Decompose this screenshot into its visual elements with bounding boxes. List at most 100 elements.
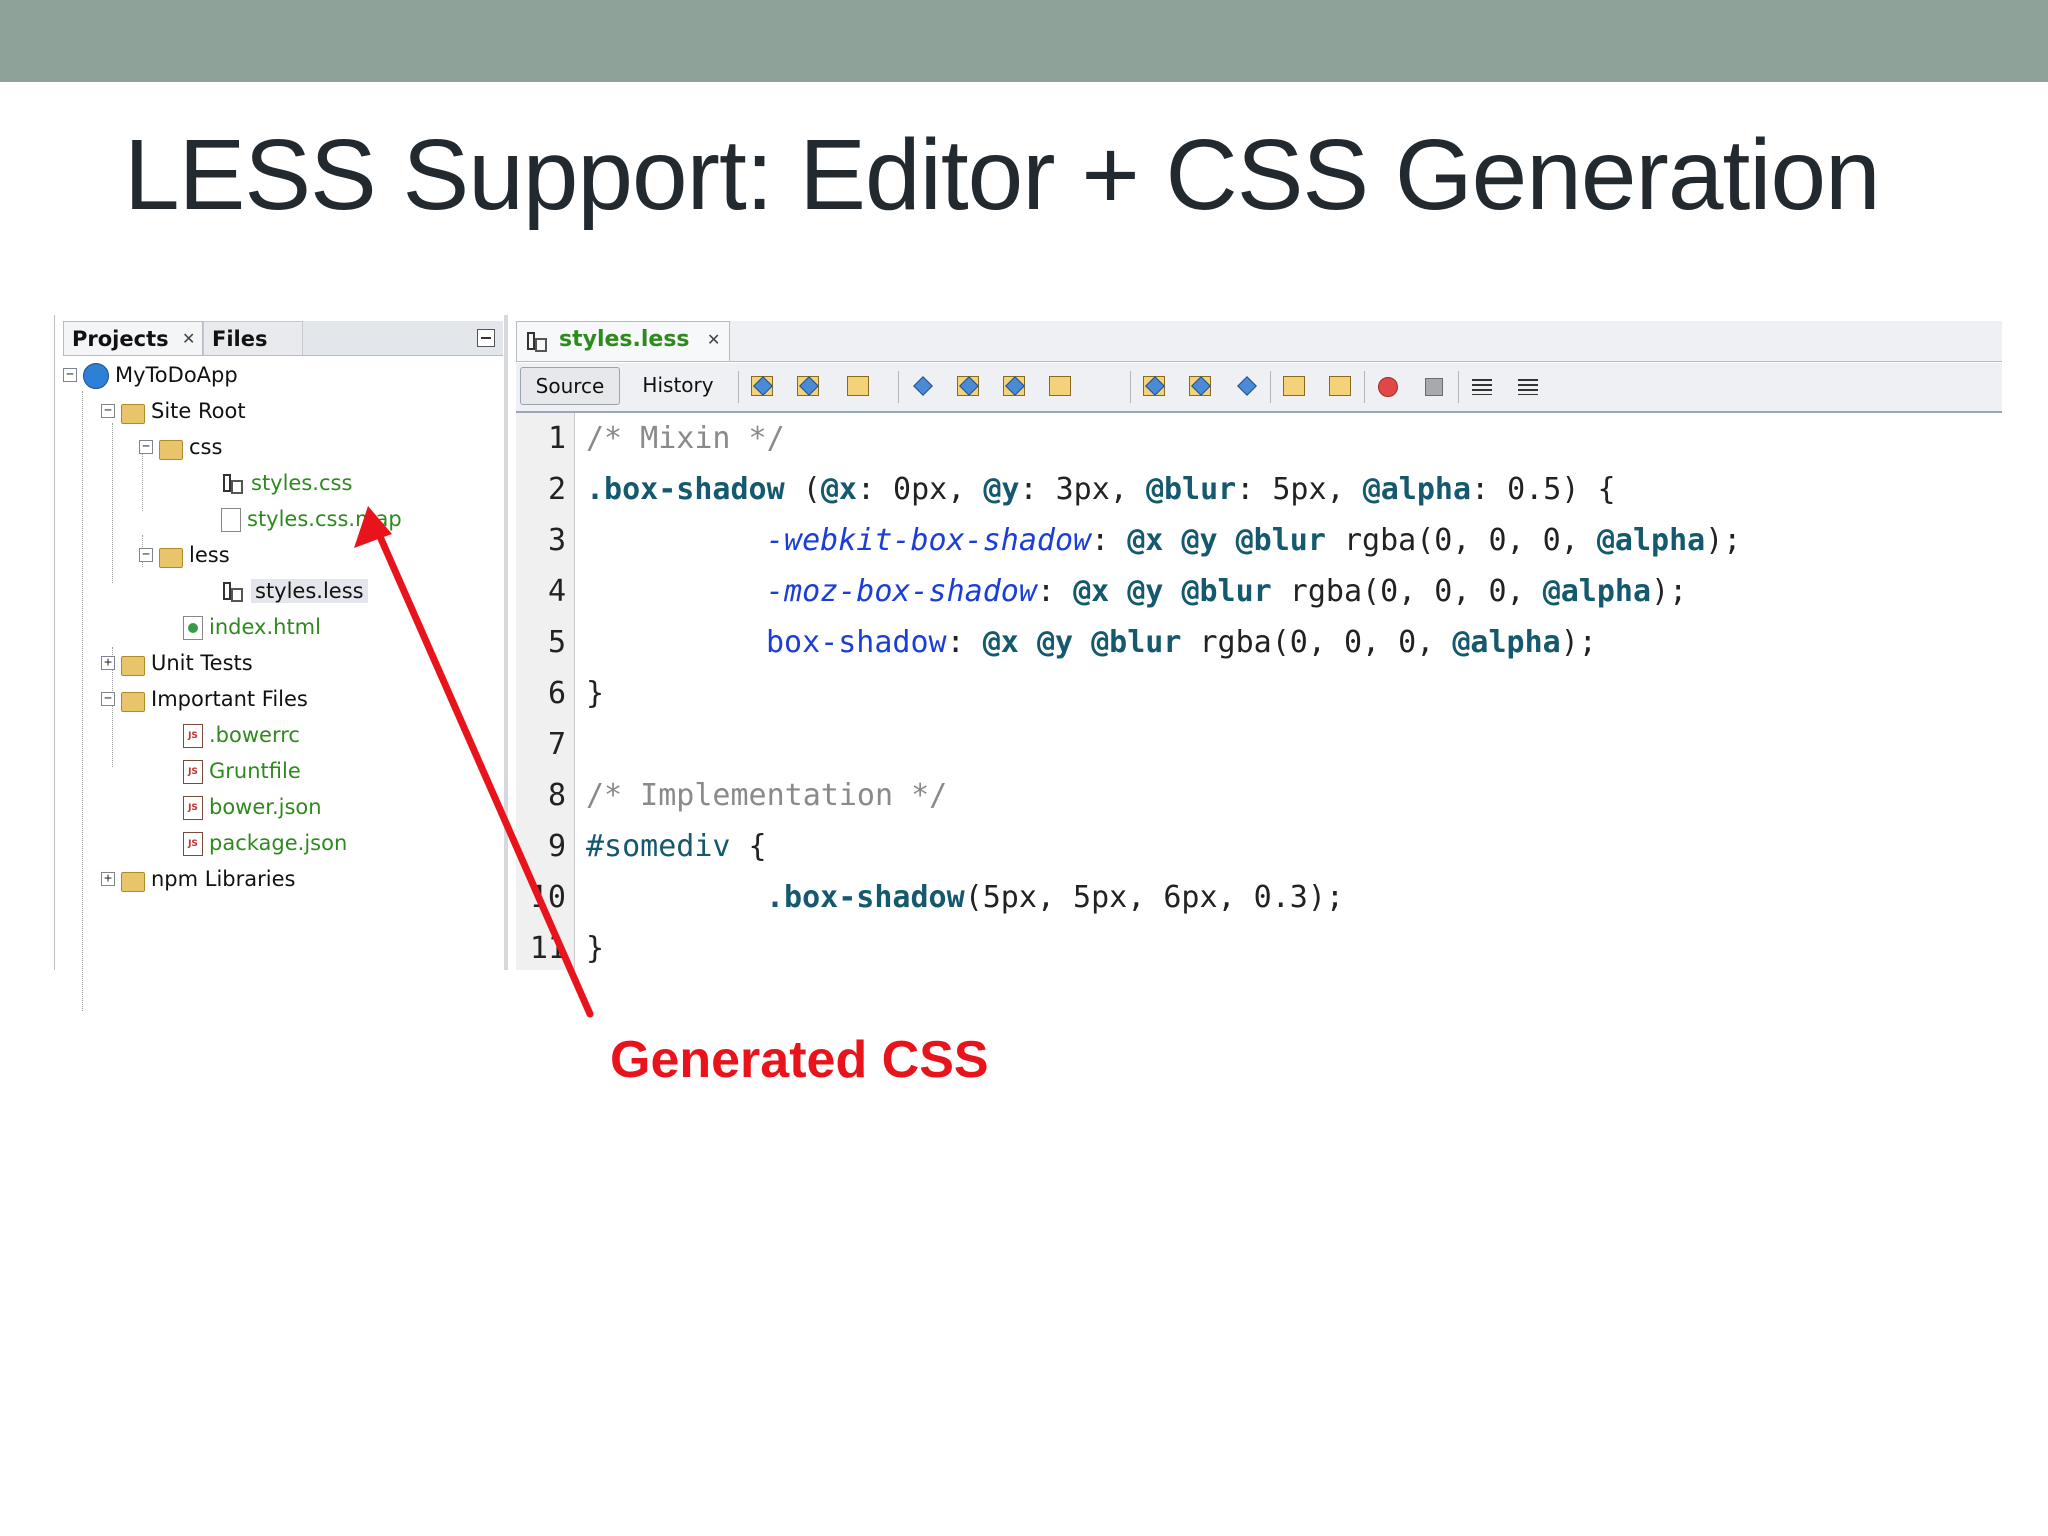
code-line-11: } [586,931,605,966]
code-line-3: -webkit-box-shadow: @x @y @blur rgba(0, … [766,523,1742,558]
next-bookmark-icon[interactable] [1186,373,1214,401]
tree-item-label: styles.less [251,579,368,603]
code-line-5: box-shadow: @x @y @blur rgba(0, 0, 0, @a… [766,625,1597,660]
stop-macro-icon[interactable] [1420,373,1448,401]
tab-files-label: Files [212,327,268,351]
slide-title: LESS Support: Editor + CSS Generation [124,119,1881,231]
code-line-8: /* Implementation */ [586,778,948,813]
js-file-icon: JS [183,796,203,820]
tree-item-index-html[interactable]: index.html [183,611,321,643]
js-file-icon: JS [183,832,203,856]
find-icon[interactable] [908,373,936,401]
editor-toolbar: Source History [516,363,2002,413]
tree-item-label: .bowerrc [209,723,300,747]
close-icon[interactable]: ✕ [182,322,195,356]
toggle-bookmark-icon[interactable] [1232,373,1260,401]
tab-projects[interactable]: Projects ✕ [63,321,203,355]
source-button[interactable]: Source [520,367,620,405]
js-file-icon: JS [183,760,203,784]
slide-top-bar [0,0,2048,82]
tree-item-label: Gruntfile [209,759,301,783]
find-next-icon[interactable] [1000,373,1028,401]
tree-item-label: package.json [209,831,348,855]
line-number: 4 [547,574,566,609]
find-previous-icon[interactable] [954,373,982,401]
tree-item-package-json[interactable]: JS package.json [183,827,347,859]
collapse-icon[interactable]: − [139,548,153,562]
tab-files[interactable]: Files [203,321,303,355]
tree-item-styles-css-map[interactable]: styles.css.map [221,503,402,535]
back-icon[interactable] [794,373,822,401]
folder-icon [159,440,183,460]
record-macro-icon[interactable] [1374,373,1402,401]
rect-select-icon[interactable] [1092,373,1120,401]
tree-item-label: bower.json [209,795,322,819]
toggle-highlight-icon[interactable] [1046,373,1074,401]
tree-item-npm-libraries[interactable]: + npm Libraries [101,863,296,895]
html-file-icon [183,616,203,640]
folder-icon [121,692,145,712]
history-button[interactable]: History [628,367,728,405]
collapse-icon[interactable]: − [101,404,115,418]
tree-item-label: Site Root [151,399,246,423]
code-line-2: .box-shadow (@x: 0px, @y: 3px, @blur: 5p… [586,472,1616,507]
minimize-icon[interactable] [477,329,495,347]
project-tree: − MyToDoApp − Site Root − css styles.css… [55,359,495,1011]
folder-icon [121,656,145,676]
tree-item-label: npm Libraries [151,867,296,891]
collapse-icon[interactable]: − [139,440,153,454]
tree-item-bower-json[interactable]: JS bower.json [183,791,322,823]
line-number-gutter: 1 2 3 4 5 6 7 8 9 10 11 [516,413,575,970]
shift-right-icon[interactable] [1326,373,1354,401]
tree-item-styles-less[interactable]: styles.less [221,575,368,607]
tree-item-bowerrc[interactable]: JS .bowerrc [183,719,300,751]
tab-projects-label: Projects [72,327,169,351]
collapse-icon[interactable]: − [63,368,77,382]
line-number: 5 [547,625,566,660]
tree-item-label: css [189,435,223,459]
tree-item-label: Unit Tests [151,651,253,675]
tree-item-less-folder[interactable]: − less [139,539,230,571]
tab-styles-less[interactable]: styles.less ✕ [516,321,730,361]
prev-bookmark-icon[interactable] [1140,373,1168,401]
file-icon [221,508,241,532]
line-number: 9 [547,829,566,864]
ide-screenshot: Projects ✕ Files − MyToDoApp − Site Root [54,315,2002,1011]
folder-icon [121,404,145,424]
close-icon[interactable]: ✕ [707,330,720,350]
collapse-icon[interactable]: − [101,692,115,706]
forward-icon[interactable] [844,373,872,401]
tree-item-mytodoapp[interactable]: − MyToDoApp [63,359,238,391]
expand-icon[interactable]: + [101,656,115,670]
generated-css-annotation: Generated CSS [610,1031,989,1089]
tree-item-site-root[interactable]: − Site Root [101,395,246,427]
tree-item-label: styles.css.map [247,507,402,531]
tree-item-label: Important Files [151,687,308,711]
line-number: 10 [529,880,566,915]
tree-item-styles-css[interactable]: styles.css [221,467,352,499]
code-line-9: #somediv { [586,829,767,864]
tree-item-gruntfile[interactable]: JS Gruntfile [183,755,301,787]
shift-left-icon[interactable] [1280,373,1308,401]
tree-item-label: index.html [209,615,321,639]
line-number: 3 [547,523,566,558]
projects-panel: Projects ✕ Files − MyToDoApp − Site Root [54,315,508,1011]
code-line-4: -moz-box-shadow: @x @y @blur rgba(0, 0, … [766,574,1688,609]
project-globe-icon [83,363,109,389]
tree-item-label: MyToDoApp [115,363,238,387]
code-area[interactable]: 1 2 3 4 5 6 7 8 9 10 11 /* Mixin */ .box… [516,413,2002,970]
less-file-icon [525,330,549,354]
tree-item-label: less [189,543,230,567]
library-icon [121,872,145,892]
expand-icon[interactable]: + [101,872,115,886]
tree-item-css-folder[interactable]: − css [139,431,223,463]
code-editor: styles.less ✕ Source History 1 2 3 4 5 6… [516,315,2002,970]
tree-item-unit-tests[interactable]: + Unit Tests [101,647,253,679]
css-file-icon [221,472,245,496]
last-edit-icon[interactable] [748,373,776,401]
line-number: 11 [529,931,566,966]
comment-icon[interactable] [1468,373,1496,401]
line-number: 6 [547,676,566,711]
uncomment-icon[interactable] [1514,373,1542,401]
tree-item-important-files[interactable]: − Important Files [101,683,308,715]
